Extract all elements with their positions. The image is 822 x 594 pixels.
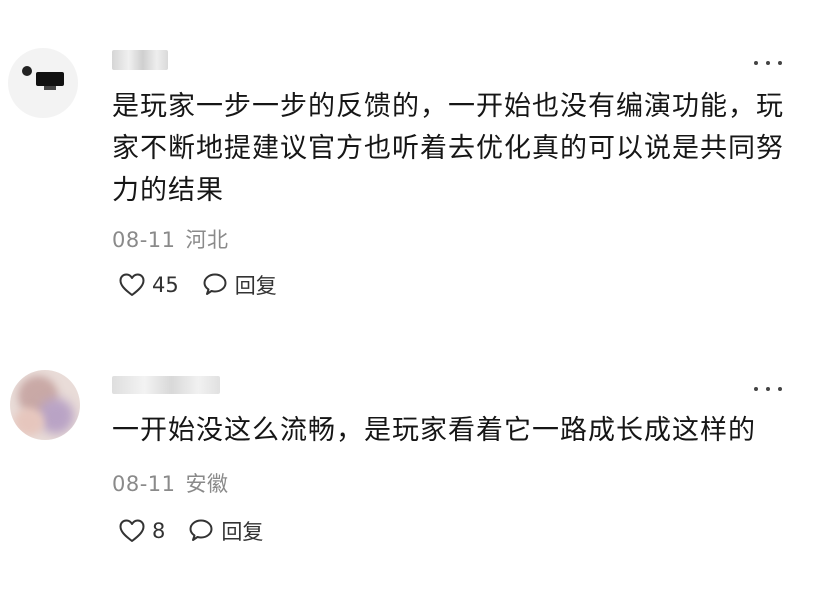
comment-item: 是玩家一步一步的反馈的，一开始也没有编演功能，玩家不断地提建议官方也听着去优化真… <box>0 0 822 340</box>
reply-label: 回复 <box>234 274 277 298</box>
avatar[interactable] <box>8 48 78 118</box>
speech-bubble-icon <box>189 519 213 541</box>
like-count: 8 <box>152 519 166 543</box>
like-count: 45 <box>152 273 179 297</box>
comment-meta: 08-11 安徽 <box>112 468 229 498</box>
reply-button[interactable]: 回复 <box>201 270 277 300</box>
speech-bubble-icon <box>203 273 227 295</box>
comment-actions: 8 回复 <box>118 516 285 546</box>
comment-meta: 08-11 河北 <box>112 224 229 254</box>
more-options-button[interactable] <box>754 384 782 394</box>
heart-icon <box>119 273 145 296</box>
username-blurred[interactable] <box>112 376 220 394</box>
comment-text: 是玩家一步一步的反馈的，一开始也没有编演功能，玩家不断地提建议官方也听着去优化真… <box>112 91 784 206</box>
comment-text: 一开始没这么流畅，是玩家看着它一路成长成这样的 <box>112 415 756 446</box>
comment-item: 一开始没这么流畅，是玩家看着它一路成长成这样的 08-11 安徽 8 回复 <box>0 340 822 594</box>
reply-button[interactable]: 回复 <box>187 516 263 546</box>
comment-date: 08-11 <box>112 228 176 252</box>
heart-icon <box>119 519 145 542</box>
more-options-button[interactable] <box>754 58 782 68</box>
like-button[interactable]: 45 <box>118 272 179 298</box>
comment-location: 安徽 <box>185 472 229 496</box>
reply-label: 回复 <box>221 520 264 544</box>
username-blurred[interactable] <box>112 50 168 70</box>
avatar[interactable] <box>10 370 80 440</box>
more-dots-icon <box>754 61 758 65</box>
more-dots-icon <box>754 387 758 391</box>
comment-date: 08-11 <box>112 472 176 496</box>
comment-actions: 45 回复 <box>118 270 299 300</box>
like-button[interactable]: 8 <box>118 518 165 544</box>
comment-location: 河北 <box>185 228 229 252</box>
